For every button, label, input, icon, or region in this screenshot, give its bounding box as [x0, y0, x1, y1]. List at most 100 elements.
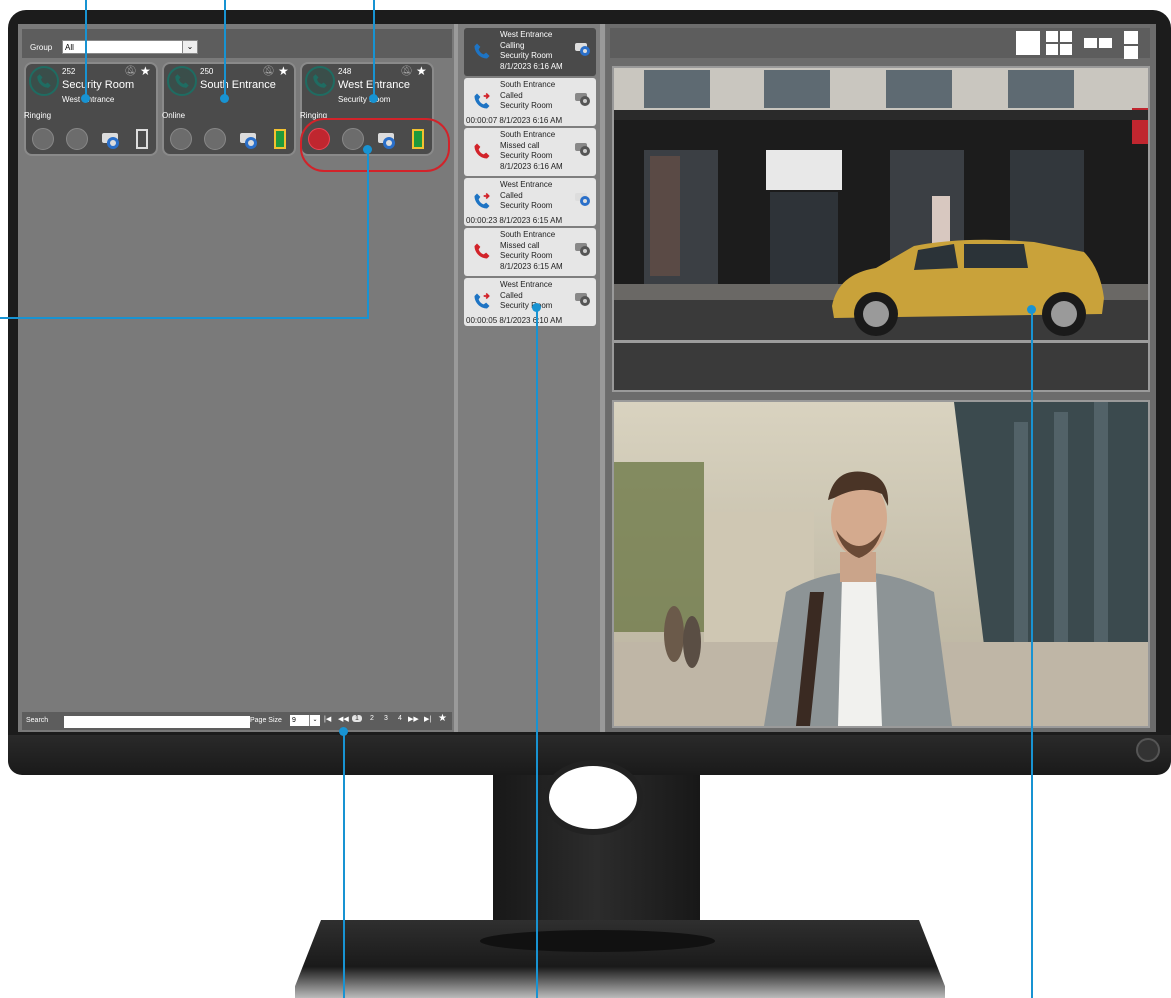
call-duration: 00:00:23 8/1/2023 — [466, 216, 531, 225]
prev-page-icon[interactable]: ◀◀ — [338, 715, 349, 723]
star-icon[interactable]: ★ — [140, 64, 151, 78]
device-number: 252 — [62, 67, 76, 76]
page-link-2[interactable]: 2 — [370, 715, 374, 722]
group-label: Group — [30, 43, 53, 52]
device-card[interactable]: 252 🔕︎ ★ Security Room West Entrance Rin… — [24, 62, 158, 156]
layout-2v-icon[interactable] — [1124, 31, 1138, 59]
device-name: Security Room — [62, 79, 135, 91]
callout-line — [343, 732, 345, 998]
power-button[interactable] — [1136, 738, 1160, 762]
device-sub: Security Room — [338, 95, 391, 104]
monitor-stand-cable-hole — [543, 760, 643, 835]
device-avatar — [305, 66, 335, 96]
chevron-down-icon[interactable]: ⌄ — [182, 41, 197, 53]
group-select[interactable]: All ⌄ — [62, 40, 198, 54]
layout-4-icon[interactable] — [1046, 31, 1072, 55]
device-status: Online — [162, 111, 186, 120]
call-log-entry[interactable]: South Entrance Missed call Security Room… — [464, 128, 596, 176]
chevron-down-icon[interactable]: ⌄ — [309, 715, 320, 726]
transfer-icon[interactable] — [66, 128, 88, 150]
next-page-icon[interactable]: ▶▶ — [408, 715, 419, 723]
call-to: Security Room — [500, 251, 553, 260]
device-actions — [32, 128, 154, 150]
camera-icon[interactable] — [574, 140, 592, 158]
call-time: 6:16 AM — [532, 116, 563, 125]
phone-icon — [37, 74, 51, 88]
camera-icon[interactable] — [574, 40, 592, 58]
first-page-icon[interactable]: |◀ — [324, 715, 331, 723]
device-status: Ringing — [24, 111, 52, 120]
call-to: Security Room — [500, 101, 553, 110]
call-time: 8/1/2023 6:16 AM — [500, 61, 563, 71]
transfer-icon[interactable] — [204, 128, 226, 150]
star-icon[interactable]: ★ — [278, 64, 289, 78]
call-from: West Entrance — [500, 280, 553, 289]
call-from: South Entrance — [500, 230, 556, 239]
group-select-value: All — [65, 43, 74, 52]
camera-icon[interactable] — [574, 290, 592, 308]
bell-mute-icon[interactable]: 🔕︎ — [124, 66, 137, 77]
camera-feed-storefront[interactable] — [612, 66, 1150, 392]
camera-icon[interactable] — [574, 190, 592, 208]
call-log-entry[interactable]: West Entrance Called 00:00:05 8/1/2023 6… — [464, 278, 596, 326]
star-icon[interactable]: ★ — [438, 713, 447, 724]
call-time: 6:15 AM — [532, 216, 563, 225]
page-size-select[interactable]: 9 ⌄ — [290, 715, 320, 726]
camera-feed-visitor[interactable] — [612, 400, 1150, 728]
camera-icon[interactable] — [238, 130, 260, 150]
device-card[interactable]: 250 🔕︎ ★ South Entrance Online — [162, 62, 296, 156]
call-to: Security Room — [500, 301, 553, 310]
callout-dot — [1027, 305, 1036, 314]
page-link-4[interactable]: 4 — [398, 715, 402, 722]
phone-icon — [175, 74, 189, 88]
device-panel: Group All ⌄ 252 🔕︎ ★ Security Room West … — [18, 24, 458, 732]
answer-icon[interactable] — [170, 128, 192, 150]
page-size-label: Page Size — [250, 717, 282, 724]
phone-icon — [474, 143, 490, 159]
phone-icon — [474, 43, 490, 59]
camera-icon[interactable] — [574, 240, 592, 258]
device-name: South Entrance — [200, 79, 276, 91]
call-log-entry[interactable]: South Entrance Called Security Room 00:0… — [464, 78, 596, 126]
last-page-icon[interactable]: ▶| — [424, 715, 431, 723]
pagination-bar: Search Page Size 9 ⌄ |◀ ◀◀ 1 2 3 4 ▶▶ ▶|… — [22, 712, 452, 730]
door-icon[interactable] — [274, 129, 286, 149]
page-link-3[interactable]: 3 — [384, 715, 388, 722]
call-log-panel: West Entrance Calling Security Room 8/1/… — [458, 24, 605, 732]
bell-mute-icon[interactable]: 🔕︎ — [400, 66, 413, 77]
camera-icon[interactable] — [100, 130, 122, 150]
star-icon[interactable]: ★ — [416, 64, 427, 78]
call-log-entry[interactable]: South Entrance Missed call Security Room… — [464, 228, 596, 276]
layout-2-icon[interactable] — [1084, 31, 1112, 55]
call-from: South Entrance — [500, 80, 556, 89]
device-avatar — [167, 66, 197, 96]
callout-line — [85, 0, 87, 98]
phone-icon — [313, 74, 327, 88]
camera-icon[interactable] — [574, 90, 592, 108]
call-from: South Entrance — [500, 130, 556, 139]
layout-1-icon[interactable] — [1016, 31, 1040, 55]
app-screen: Group All ⌄ 252 🔕︎ ★ Security Room West … — [18, 24, 1156, 732]
call-time: 8/1/2023 6:16 AM — [500, 161, 563, 171]
answer-icon[interactable] — [32, 128, 54, 150]
call-state: Calling — [500, 40, 525, 50]
call-log-entry[interactable]: West Entrance Calling Security Room 8/1/… — [464, 28, 596, 76]
phone-icon — [474, 243, 490, 259]
bell-mute-icon[interactable]: 🔕︎ — [262, 66, 275, 77]
call-duration: 00:00:07 8/1/2023 — [466, 116, 531, 125]
call-state: Missed call — [500, 140, 540, 150]
door-icon[interactable] — [136, 129, 148, 149]
search-label: Search — [26, 717, 49, 724]
call-state: Missed call — [500, 240, 540, 250]
call-log-entry[interactable]: West Entrance Called Security Room 00:00… — [464, 178, 596, 226]
search-input[interactable] — [64, 716, 250, 728]
call-state: Called — [500, 190, 523, 200]
action-highlight-ring — [300, 118, 450, 172]
page-link-1[interactable]: 1 — [352, 715, 362, 722]
phone-icon — [474, 292, 490, 309]
phone-icon — [474, 192, 490, 209]
video-panel — [606, 24, 1156, 732]
call-duration: 00:00:05 8/1/2023 — [466, 316, 531, 325]
device-number: 250 — [200, 67, 214, 76]
device-avatar — [29, 66, 59, 96]
